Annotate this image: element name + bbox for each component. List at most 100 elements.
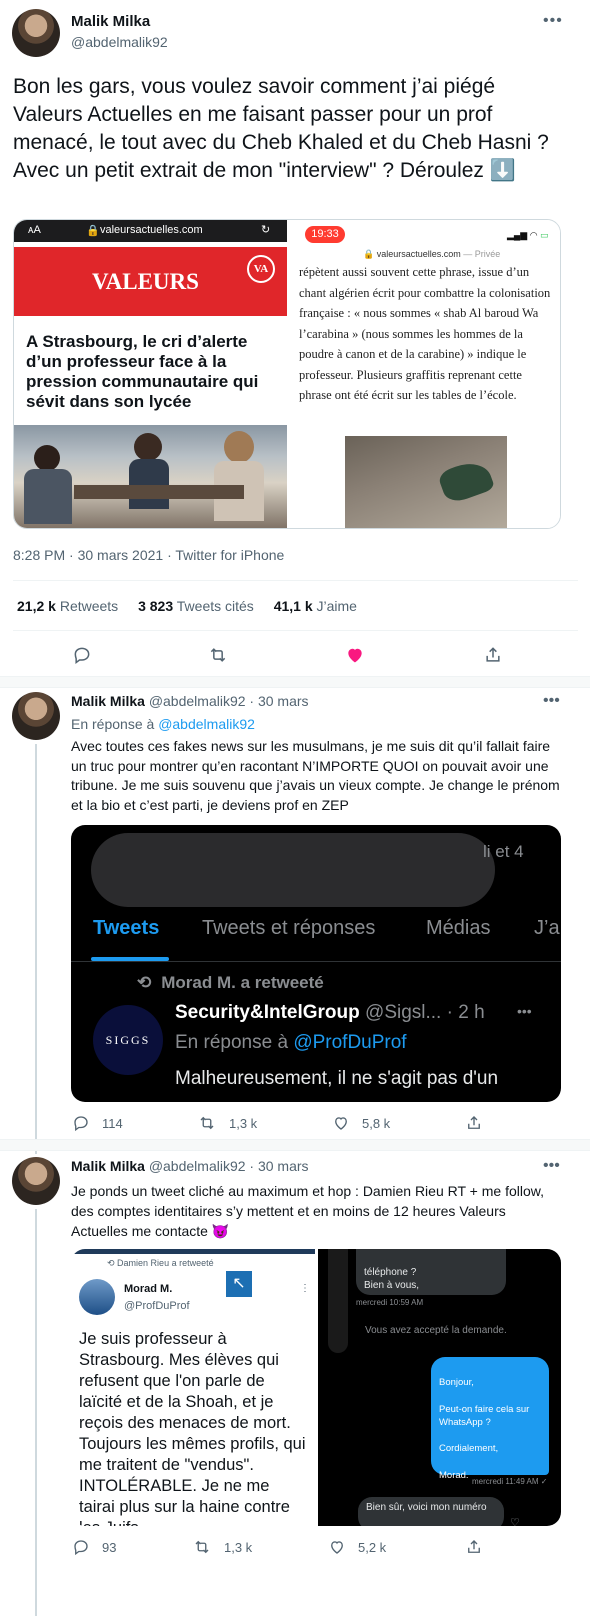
inner-avatar: SIGGS xyxy=(93,1005,163,1075)
inner-reply-context: En réponse à @ProfDuProf xyxy=(175,1032,407,1053)
url-label: valeursactuelles.com xyxy=(100,224,203,236)
dm-heart-icon: ♡ xyxy=(510,1517,520,1526)
reply-to-handle[interactable]: @abdelmalik92 xyxy=(158,716,255,732)
tweet-media[interactable]: ᴀA 🔒 valeursactuelles.com ↻ VALEURS VA A… xyxy=(13,219,561,529)
like-icon[interactable] xyxy=(345,645,365,665)
author-name[interactable]: Malik Milka xyxy=(71,1158,145,1174)
retweeted-by: Damien Rieu a retweeté xyxy=(117,1258,214,1268)
partial-text: li et 4 xyxy=(483,842,524,861)
status-time: 19:33 xyxy=(305,226,345,243)
reply-icon[interactable] xyxy=(72,645,92,665)
tweet-date[interactable]: · 30 mars xyxy=(249,693,308,709)
url-bar: 🔒 valeursactuelles.com — Privée xyxy=(363,249,500,260)
tab-likes[interactable]: J’a xyxy=(534,917,560,940)
media-right[interactable]: téléphone ? Bien à vous, mercredi 10:59 … xyxy=(318,1249,561,1526)
lock-icon: 🔒 xyxy=(363,249,375,259)
cursor-icon: ↖ xyxy=(226,1271,252,1297)
classroom-photo xyxy=(14,425,287,528)
author-handle[interactable]: @abdelmalik92 xyxy=(149,1158,246,1174)
inner-text: Je suis professeur à Strasbourg. Mes élè… xyxy=(79,1330,306,1526)
article-photo xyxy=(345,436,507,528)
avatar[interactable] xyxy=(12,1157,60,1205)
retweet-action[interactable]: 1,3 k xyxy=(192,1538,252,1556)
media-right[interactable]: 19:33 ▂▄▆ ◠ ▭ 🔒 valeursactuelles.com — P… xyxy=(289,220,560,528)
tweet-text: Bon les gars, vous voulez savoir comment… xyxy=(13,75,549,182)
quotes-stat[interactable]: 3 823 Tweets cités xyxy=(138,598,254,614)
dm-bubble-top: téléphone ? Bien à vous, xyxy=(356,1249,506,1295)
reply-icon xyxy=(74,1116,88,1132)
tweet-text: Avec toutes ces fakes news sur les musul… xyxy=(71,738,560,813)
media-left[interactable]: ⟲ Damien Rieu a retweeté Morad M. @ProfD… xyxy=(71,1249,315,1526)
retweet-icon[interactable] xyxy=(207,645,229,665)
tab-tweets[interactable]: Tweets xyxy=(93,917,159,940)
likes-stat[interactable]: 41,1 k J’aime xyxy=(274,598,357,614)
section-separator xyxy=(0,676,590,688)
inner-handle: @ProfDuProf xyxy=(124,1300,190,1312)
top-strip xyxy=(71,1249,315,1254)
dm-time-1: mercredi 10:59 AM xyxy=(356,1298,424,1307)
retweet-icon: ⟲ xyxy=(107,1258,118,1268)
tweet-timestamp[interactable]: 8:28 PM · 30 mars 2021 · Twitter for iPh… xyxy=(13,547,284,563)
author-handle[interactable]: @abdelmalik92 xyxy=(71,34,168,50)
retweet-action[interactable]: 1,3 k xyxy=(197,1114,257,1132)
reply-action[interactable]: 93 xyxy=(72,1538,116,1556)
thread-line xyxy=(35,744,37,1154)
article-body: répètent aussi souvent cette phrase, iss… xyxy=(299,265,551,402)
share-icon[interactable] xyxy=(483,645,503,665)
author-handle[interactable]: @abdelmalik92 xyxy=(149,693,246,709)
lock-icon: 🔒 xyxy=(86,225,100,237)
retweeted-by: Morad M. a retweeté xyxy=(161,973,324,992)
like-count: 5,8 k xyxy=(362,1115,391,1131)
inner-text: Malheureusement, il ne s'agit pas d'un xyxy=(175,1068,499,1089)
inner-name[interactable]: Security&IntelGroup xyxy=(175,1002,360,1023)
tweet-media[interactable]: li et 4 Tweets Tweets et réponses Médias… xyxy=(71,825,561,1102)
url-label: valeursactuelles.com xyxy=(376,249,461,259)
share-icon[interactable] xyxy=(465,1114,483,1132)
inner-header: Security&IntelGroup @Sigsl... · 2 h xyxy=(175,1002,485,1024)
reply-icon xyxy=(74,1540,88,1556)
dm-left-bar xyxy=(328,1249,348,1353)
avatar[interactable] xyxy=(12,692,60,740)
inner-reply-handle[interactable]: @ProfDuProf xyxy=(293,1032,406,1053)
dm-time-2: mercredi 11:49 AM ✓ xyxy=(472,1477,548,1486)
private-label: — Privée xyxy=(463,249,501,259)
like-action[interactable]: 5,8 k xyxy=(332,1114,390,1132)
section-separator xyxy=(0,1139,590,1151)
inner-more-icon: ⋮ xyxy=(300,1283,310,1294)
retweet-icon xyxy=(200,1116,214,1130)
dm-bubble-bottom: Bien sûr, voici mon numéro xyxy=(358,1497,504,1526)
retweets-stat[interactable]: 21,2 k Retweets xyxy=(17,598,118,614)
retweet-icon: ⟲ xyxy=(137,973,152,992)
dm-text-bottom: Bien sûr, voici mon numéro xyxy=(366,1502,487,1513)
retweet-icon xyxy=(195,1540,209,1554)
reply-count: 114 xyxy=(102,1115,123,1131)
tab-tweets-replies[interactable]: Tweets et réponses xyxy=(202,917,375,940)
tweet-media[interactable]: ⟲ Damien Rieu a retweeté Morad M. @ProfD… xyxy=(71,1249,561,1526)
inner-avatar xyxy=(79,1279,115,1315)
author-name[interactable]: Malik Milka xyxy=(71,13,150,30)
more-options-icon[interactable]: ••• xyxy=(543,692,560,710)
reload-icon: ↻ xyxy=(261,224,271,236)
tab-media[interactable]: Médias xyxy=(426,917,490,940)
inner-name[interactable]: Morad M. xyxy=(124,1283,172,1295)
more-options-icon[interactable]: ••• xyxy=(543,12,563,30)
retweet-count: 1,3 k xyxy=(224,1539,253,1555)
browser-bar: ᴀA 🔒 valeursactuelles.com ↻ xyxy=(14,220,287,242)
avatar[interactable] xyxy=(12,9,60,57)
reply-count: 93 xyxy=(102,1539,117,1555)
author-name[interactable]: Malik Milka xyxy=(71,693,145,709)
media-left[interactable]: ᴀA 🔒 valeursactuelles.com ↻ VALEURS VA A… xyxy=(14,220,287,528)
like-action[interactable]: 5,2 k xyxy=(328,1538,386,1556)
va-badge: VA xyxy=(247,255,275,283)
reply-action[interactable]: 114 xyxy=(72,1114,123,1132)
more-options-icon[interactable]: ••• xyxy=(543,1157,560,1175)
share-icon[interactable] xyxy=(465,1538,483,1556)
article-headline: A Strasbourg, le cri d’alerte d’un profe… xyxy=(26,332,259,411)
thread-line xyxy=(35,1209,37,1616)
tweet-text: Je ponds un tweet cliché au maximum et h… xyxy=(71,1183,544,1239)
inner-more-icon: ••• xyxy=(517,1003,532,1019)
stats-row: 21,2 k Retweets 3 823 Tweets cités 41,1 … xyxy=(17,598,357,614)
tweet-date[interactable]: · 30 mars xyxy=(249,1158,308,1174)
reply-to-label: En réponse à xyxy=(71,716,155,732)
dm-text-top: téléphone ? Bien à vous, xyxy=(364,1267,420,1291)
